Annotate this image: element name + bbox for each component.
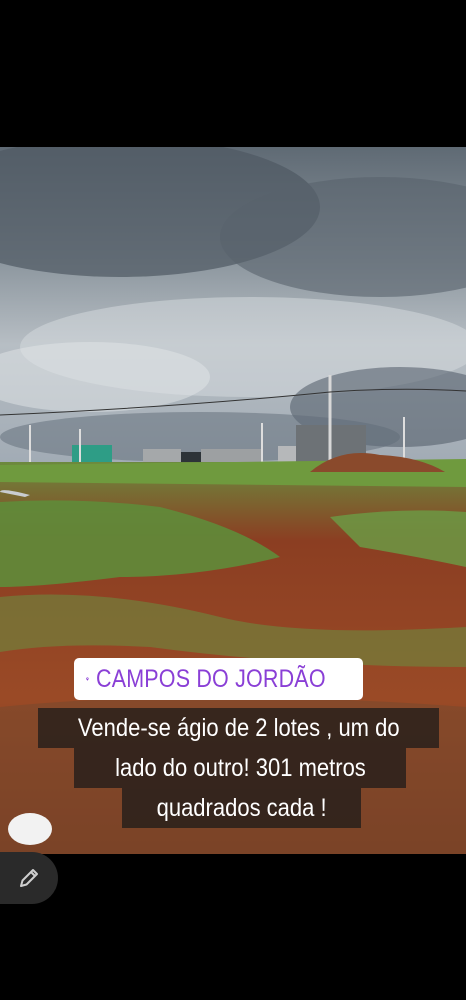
caption-line-3: quadrados cada !	[122, 788, 361, 828]
pencil-icon	[20, 869, 38, 887]
location-label: CAMPOS DO JORDÃO	[95, 664, 326, 693]
edit-button[interactable]	[0, 852, 58, 904]
caption-line-2: lado do outro! 301 metros	[74, 748, 406, 788]
location-sticker[interactable]: CAMPOS DO JORDÃO	[74, 658, 363, 700]
caption-line-1: Vende-se ágio de 2 lotes , um do	[38, 708, 439, 748]
map-pin-icon	[86, 677, 89, 681]
